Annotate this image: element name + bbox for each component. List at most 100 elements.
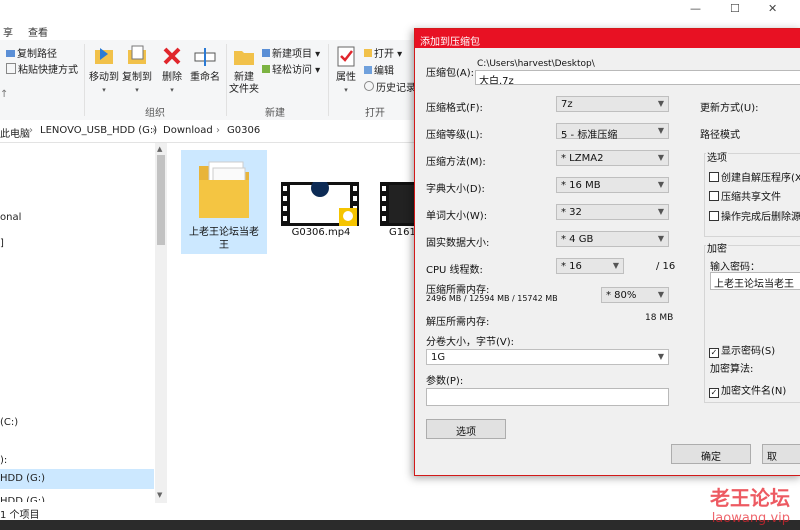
nav-item-drive-g-2[interactable]: HDD (G:)	[0, 496, 45, 502]
new-item-button[interactable]: 新建项目 ▾	[262, 45, 320, 60]
maximize-button[interactable]: ☐	[730, 2, 740, 15]
mem-decompress-label: 解压所需内存:	[426, 317, 490, 328]
delete-after-checkbox[interactable]: 操作完成后删除源文	[709, 208, 800, 223]
easy-access-icon	[262, 65, 270, 73]
archive-name-input[interactable]: 大白.7z	[475, 70, 800, 85]
add-to-archive-dialog: 添加到压缩包 压缩包(A): C:\Users\harvest\Desktop\…	[414, 28, 800, 476]
copy-path-icon	[6, 50, 15, 57]
format-label: 压缩格式(F):	[426, 103, 483, 114]
params-label: 参数(P):	[426, 376, 464, 387]
path-mode-label: 路径模式	[700, 130, 740, 141]
easy-access-button[interactable]: 轻松访问 ▾	[262, 61, 320, 76]
encryption-group-label: 加密	[706, 240, 728, 255]
breadcrumb-chevron-icon: ›	[29, 125, 33, 136]
shared-files-checkbox[interactable]: 压缩共享文件	[709, 188, 781, 203]
nav-scrollbar[interactable]: ▲ ▼	[155, 143, 167, 503]
copy-to-icon	[128, 45, 146, 64]
chevron-down-icon: ▼	[657, 290, 664, 299]
password-label: 输入密码：	[710, 262, 760, 273]
rename-button[interactable]: 重命名	[187, 44, 223, 84]
file-tile-video-2[interactable]: G161	[375, 150, 415, 254]
properties-icon	[337, 46, 355, 67]
dialog-title-bar[interactable]: 添加到压缩包	[415, 29, 800, 48]
breadcrumb-this-pc[interactable]: 此电脑	[0, 125, 30, 140]
chevron-down-icon: ▼	[657, 234, 664, 243]
file-tile-folder[interactable]: 上老王论坛当老王	[181, 150, 267, 254]
options-button[interactable]: 选项	[426, 419, 506, 439]
scroll-up-icon[interactable]: ▲	[157, 145, 162, 153]
file-name: G161	[389, 227, 415, 238]
solid-size-select[interactable]: * 4 GB ▼	[556, 231, 669, 247]
nav-item-drive[interactable]: ):	[0, 455, 7, 466]
method-label: 压缩方法(M):	[426, 157, 486, 168]
rename-icon	[194, 48, 216, 66]
copy-path-button[interactable]: 复制路径	[6, 45, 57, 60]
nav-item-personal[interactable]: onal	[0, 212, 21, 223]
chevron-down-icon: ▼	[657, 126, 664, 135]
mem-percent-select[interactable]: * 80% ▼	[601, 287, 669, 303]
cpu-threads-label: CPU 线程数:	[426, 265, 483, 276]
video-thumbnail-icon	[281, 182, 359, 226]
ribbon-separator	[226, 44, 227, 116]
level-select[interactable]: 5 - 标准压缩 ▼	[556, 123, 669, 141]
show-password-checkbox[interactable]: ✓ 显示密码(S)	[709, 342, 775, 358]
breadcrumb-g0306[interactable]: G0306	[227, 125, 260, 136]
cpu-threads-max: / 16	[656, 261, 676, 272]
delete-button[interactable]: 删除 ▾	[158, 44, 186, 96]
archive-path: C:\Users\harvest\Desktop\	[477, 59, 595, 69]
method-select[interactable]: * LZMA2 ▼	[556, 150, 669, 166]
watermark: 老王论坛 laowang.vip	[710, 482, 790, 526]
nav-item-drive-c[interactable]: (C:)	[0, 417, 18, 428]
breadcrumb-download[interactable]: Download	[163, 125, 213, 136]
chevron-down-icon: ▼	[657, 207, 664, 216]
watermark-line1: 老王论坛	[710, 486, 790, 510]
cpu-threads-select[interactable]: * 16 ▼	[556, 258, 624, 274]
params-input[interactable]	[426, 388, 669, 406]
breadcrumb-chevron-icon: ›	[216, 125, 220, 136]
sfx-checkbox[interactable]: 创建自解压程序(X)	[709, 169, 800, 184]
new-folder-button[interactable]: 新建 文件夹	[229, 44, 259, 96]
scroll-down-icon[interactable]: ▼	[157, 491, 162, 499]
copy-to-button[interactable]: 复制到 ▾	[121, 44, 153, 96]
taskbar	[0, 520, 800, 530]
new-item-icon	[262, 49, 270, 57]
word-size-select[interactable]: * 32 ▼	[556, 204, 669, 220]
move-to-button[interactable]: 移动到 ▾	[88, 44, 120, 96]
history-button[interactable]: 历史记录	[364, 79, 416, 94]
file-tile-video[interactable]: G0306.mp4	[278, 150, 364, 254]
open-button[interactable]: 打开 ▾	[364, 45, 402, 60]
group-organize-label: 组织	[145, 108, 165, 119]
dictionary-select[interactable]: * 16 MB ▼	[556, 177, 669, 193]
checkbox-icon	[709, 172, 719, 182]
tab-view[interactable]: 查看	[28, 24, 48, 39]
dialog-title: 添加到压缩包	[420, 37, 480, 48]
edit-button[interactable]: 编辑	[364, 62, 394, 77]
solid-size-label: 固实数据大小:	[426, 238, 490, 249]
encrypt-names-checkbox[interactable]: ✓ 加密文件名(N)	[709, 382, 786, 398]
paste-shortcut-icon	[6, 63, 16, 74]
checkbox-icon	[709, 211, 719, 221]
breadcrumb-drive[interactable]: LENOVO_USB_HDD (G:)	[40, 125, 157, 136]
properties-button[interactable]: 属性 ▾	[332, 44, 360, 96]
ribbon-left-arrow: ↑	[0, 89, 9, 100]
minimize-button[interactable]: —	[690, 2, 701, 15]
breadcrumb-chevron-icon: ›	[152, 125, 156, 136]
paste-shortcut-button[interactable]: 粘贴快捷方式	[6, 61, 78, 76]
options-group-label: 选项	[706, 149, 728, 164]
close-button[interactable]: ✕	[768, 2, 777, 15]
chevron-down-icon: ▼	[612, 261, 619, 270]
nav-item-drive-g[interactable]: HDD (G:)	[0, 473, 45, 484]
cancel-button[interactable]: 取	[762, 444, 800, 464]
ok-button[interactable]: 确定	[671, 444, 751, 464]
nav-item-folder[interactable]: ]	[0, 238, 4, 249]
ribbon-separator	[328, 44, 329, 116]
scroll-thumb[interactable]	[157, 155, 165, 245]
video-thumbnail-icon	[380, 182, 415, 226]
password-input[interactable]: 上老王论坛当老王	[710, 272, 800, 290]
format-select[interactable]: 7z ▼	[556, 96, 669, 112]
level-label: 压缩等级(L):	[426, 130, 483, 141]
tab-share[interactable]: 享	[3, 24, 13, 39]
mem-decompress-value: 18 MB	[645, 313, 674, 323]
chevron-down-icon: ▼	[657, 153, 664, 162]
volume-select[interactable]: 1G ▼	[426, 349, 669, 365]
